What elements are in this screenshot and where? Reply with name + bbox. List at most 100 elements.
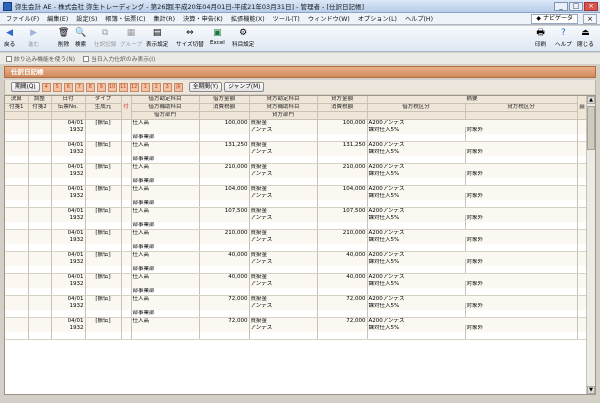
credit-amount: 210,000 [317,163,368,171]
entry-date: 04/01 [51,317,86,325]
table-row[interactable]: 1932 アンデス 課対仕入5% 対象外 [5,303,588,310]
table-row[interactable]: 部事業部 [5,178,588,186]
journal-grid[interactable]: 決算 調整 日付 タイプ 付 借方勘定科目 借方金額 貸方勘定科目 貸方金額 摘… [4,95,596,395]
month-button[interactable]: 12 [129,82,139,92]
menu-item[interactable]: ヘルプ(H) [401,14,437,23]
table-row[interactable]: 1932 アンデス 課対仕入5% 対象外 [5,259,588,266]
table-row[interactable]: 部事業部 [5,156,588,164]
month-button[interactable]: 5 [52,82,62,92]
table-row[interactable]: 04/01 [振伝] 仕入高 131,250 買掛金 131,250 A200アンデス [5,141,588,149]
table-row[interactable]: 部事業部 [5,222,588,230]
menu-item[interactable]: 集計(R) [150,14,180,23]
month-button[interactable]: 2 [151,82,161,92]
table-row[interactable]: 1932 アンデス 課対仕入5% 対象外 [5,215,588,222]
menu-item[interactable]: オプション(L) [354,14,401,23]
table-row[interactable]: 1932 アンデス 課対仕入5% 対象外 [5,171,588,178]
month-button[interactable]: 1 [140,82,150,92]
navigator-icon: ◆ [536,15,541,22]
table-row[interactable]: 部事業部 [5,266,588,274]
table-row[interactable]: 04/01 [振伝] 仕入高 210,000 買掛金 210,000 A200アンデス [5,229,588,237]
month-button[interactable]: 6 [63,82,73,92]
trash-icon: 🗑 [57,28,70,38]
menu-item[interactable]: 拡張機能(X) [227,14,269,23]
window-title: 弥生会計 AE - 株式会社 弥生トレーディング - 第26期[平成20年04月… [15,3,365,11]
forward-button[interactable]: ▶ 進む [28,28,39,50]
table-row[interactable]: 1932 アンデス 課対仕入5% 対象外 [5,237,588,244]
table-row[interactable]: 部事業部 [5,134,588,142]
copy-entry-button[interactable]: ⧉ 仕訳記録 [94,28,116,50]
today-only-checkbox[interactable]: 当日入力仕訳のみ表示(I) [83,54,155,63]
minimize-button[interactable]: _ [554,1,568,11]
subject-settings-button[interactable]: ⚙ 科目設定 [232,28,254,50]
menu-item[interactable]: ファイル(F) [2,14,43,23]
table-row[interactable]: 04/01 [振伝] 仕入高 40,000 買掛金 40,000 A200アンデス [5,273,588,281]
table-row[interactable] [5,332,588,340]
jump-button[interactable]: ジャンプ(M) [224,82,265,92]
close-document-button[interactable]: × [583,14,597,24]
table-row[interactable]: 部事業部 [5,244,588,252]
excel-button[interactable]: ▣ Excel [210,28,225,50]
close-button[interactable]: ⏏ 閉じる [577,28,594,50]
all-period-button[interactable]: 全期間(Y) [188,82,223,92]
delete-button[interactable]: 🗑 削除 [58,28,69,50]
table-row[interactable]: 部事業部 [5,288,588,296]
display-settings-label: 表示設定 [146,42,169,48]
slip-no: 1932 [51,325,86,332]
table-row[interactable]: 1932 アンデス 課対仕入5% 対象外 [5,281,588,288]
month-button[interactable]: 3 [162,82,172,92]
table-row[interactable]: 1932 アンデス 課対仕入5% 対象外 [5,149,588,156]
month-button[interactable]: 9 [96,82,106,92]
month-button[interactable]: 10 [107,82,117,92]
scroll-up-icon[interactable]: ▲ [587,96,595,104]
scroll-thumb[interactable] [587,106,595,150]
menu-item[interactable]: 編集(E) [43,14,72,23]
size-toggle-button[interactable]: ⇔ サイズ切替 [176,28,204,50]
close-window-button[interactable]: × [584,1,598,11]
entry-date: 04/01 [51,185,86,193]
print-label: 印刷 [535,42,547,48]
subject-settings-label: 科目設定 [232,42,255,48]
table-row[interactable]: 1932 アンデス 課対仕入5% 対象外 [5,325,588,332]
vertical-scrollbar[interactable]: ▲ ▼ [586,96,595,394]
menu-item[interactable]: 設定(S) [72,14,101,23]
navigator-button[interactable]: ◆ ナビゲータ [531,14,578,24]
maximize-button[interactable]: □ [569,1,583,11]
month-button[interactable]: 11 [118,82,128,92]
group-button[interactable]: ▦ グループ [120,28,142,50]
credit-amount: 210,000 [317,229,368,237]
scroll-down-icon[interactable]: ▼ [587,386,595,394]
month-button[interactable]: 4 [41,82,51,92]
display-settings-button[interactable]: ▤ 表示設定 [146,28,168,50]
table-row[interactable]: 04/01 [振伝] 仕入高 104,000 買掛金 104,000 A200アンデス [5,185,588,193]
table-row[interactable]: 04/01 [振伝] 仕入高 72,000 買掛金 72,000 A200アンデス [5,317,588,325]
table-row[interactable]: 04/01 [振伝] 仕入高 40,000 買掛金 40,000 A200アンデス [5,251,588,259]
col-debit-sub: 借方補助科目 [131,103,200,112]
table-row[interactable]: 04/01 [振伝] 仕入高 210,000 買掛金 210,000 A200アンデス [5,163,588,171]
print-button[interactable]: 🖶 印刷 [535,28,546,50]
filter-checkbox[interactable]: 絞り込み機能を使う(N) [6,54,75,63]
month-button[interactable]: 8 [85,82,95,92]
menu-item[interactable]: 決算・申告(K) [179,14,227,23]
period-button[interactable]: 期間(Q) [11,82,40,92]
menu-item[interactable]: 帳簿・伝票(C) [101,14,149,23]
entry-date: 04/01 [51,141,86,149]
menu-item[interactable]: ウィンドウ(W) [304,14,354,23]
help-button[interactable]: ? ヘルプ [555,28,572,50]
back-button[interactable]: ◀ 戻る [4,28,15,50]
col-tag2: 付箋2 [28,103,52,112]
table-row[interactable]: 1932 アンデス 課対仕入5% 対象外 [5,127,588,134]
table-row[interactable]: 04/01 [振伝] 仕入高 100,000 買掛金 100,000 A200アンデス [5,119,588,127]
table-row[interactable]: 04/01 [振伝] 仕入高 72,000 買掛金 72,000 A200アンデス [5,295,588,303]
help-label: ヘルプ [555,42,572,48]
table-row[interactable]: 部事業部 [5,310,588,318]
col-chosei: 調整 [28,96,52,104]
month-button[interactable]: 決 [173,82,183,92]
month-button[interactable]: 7 [74,82,84,92]
table-row[interactable]: 部事業部 [5,200,588,208]
menu-item[interactable]: ツール(T) [269,14,304,23]
table-row[interactable]: 1932 アンデス 課対仕入5% 対象外 [5,193,588,200]
debit-account: 仕入高 [131,295,200,303]
search-button[interactable]: 🔍 検索 [75,28,86,50]
checkbox-icon [83,55,90,62]
table-row[interactable]: 04/01 [振伝] 仕入高 107,500 買掛金 107,500 A200アンデス [5,207,588,215]
